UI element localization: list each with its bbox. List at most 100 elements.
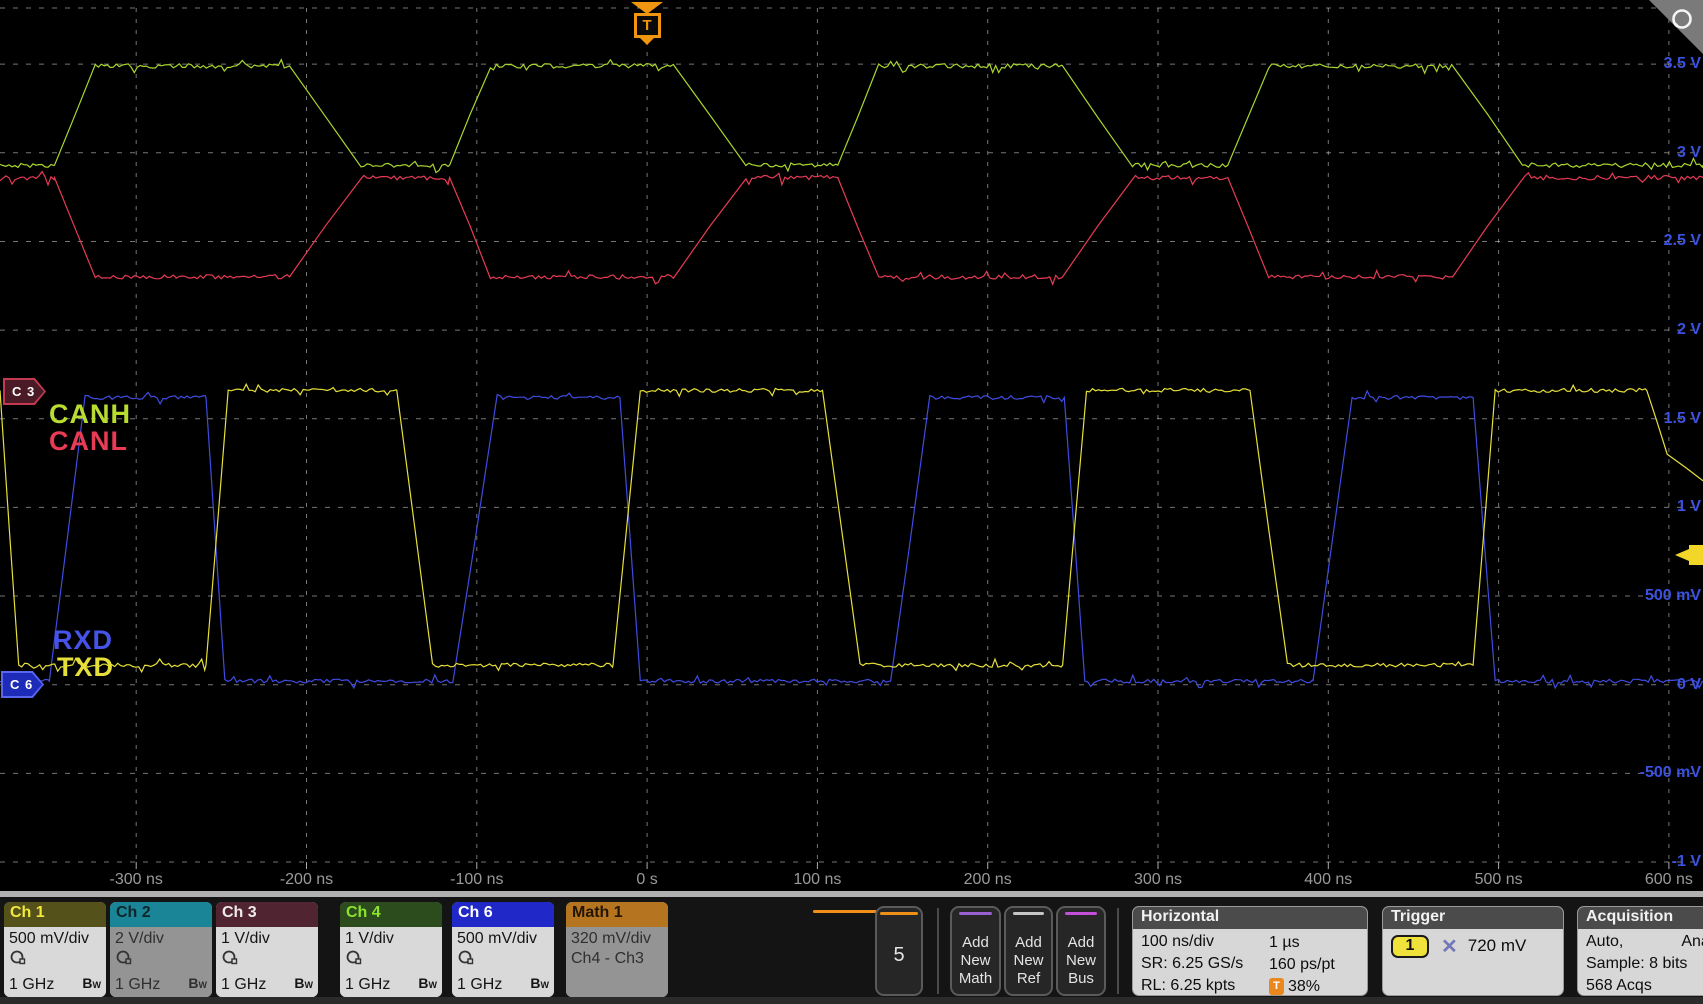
horizontal-window: 1 µs xyxy=(1269,931,1300,953)
bottom-edge-strip xyxy=(0,997,1703,1004)
ch2-scale: 2 V/div xyxy=(115,929,207,949)
math1-scale: 320 mV/div xyxy=(571,929,663,949)
ch4-label: Ch 4 xyxy=(340,902,442,927)
waveform-canvas xyxy=(0,0,1703,891)
acquisition-sample-depth: Sample: 8 bits xyxy=(1586,953,1687,975)
trigger-panel-title: Trigger xyxy=(1383,907,1563,929)
channel-3-badge-label: C 3 xyxy=(5,380,44,403)
bottombar-divider xyxy=(937,908,939,994)
trigger-panel[interactable]: Trigger 1 ✕ 720 mV xyxy=(1382,906,1564,996)
voltage-label: -500 mV xyxy=(1606,764,1701,782)
horizontal-panel[interactable]: Horizontal 100 ns/div1 µs SR: 6.25 GS/s1… xyxy=(1132,906,1368,996)
ch4-bandwidth: 1 GHz xyxy=(345,976,390,994)
add-math-label: Add New Math xyxy=(952,934,999,988)
acquisition-count: 568 Acqs xyxy=(1586,975,1652,996)
bandwidth-limit-badge: BW xyxy=(188,974,207,994)
time-label: -200 ns xyxy=(262,871,352,889)
ch6-scale: 500 mV/div xyxy=(457,929,549,949)
waveform-count-button[interactable]: 5 xyxy=(875,906,923,996)
time-label: 500 ns xyxy=(1454,871,1544,889)
rxd-trace-label: RXD xyxy=(53,627,113,654)
oscilloscope-screen: T C 3 C 6 CANH CANL RXD TXD 3.5 V3 V2.5 … xyxy=(0,0,1703,1004)
trigger-marker-tip-icon xyxy=(640,38,654,45)
time-label: -100 ns xyxy=(432,871,522,889)
add-new-bus-button[interactable]: Add New Bus xyxy=(1056,906,1106,996)
ch1-bandwidth: 1 GHz xyxy=(9,976,54,994)
canh-trace-label: CANH xyxy=(49,401,131,428)
acquisition-panel-title: Acquisition xyxy=(1578,907,1703,929)
waveform-count-value: 5 xyxy=(877,944,921,967)
channel-6-badge-label: C 6 xyxy=(3,673,42,696)
math-card-math1[interactable]: Math 1 320 mV/div Ch4 - Ch3 xyxy=(566,902,668,997)
bottom-settings-bar: Ch 1 500 mV/div 1 GHz BW Ch 2 2 V/div 1 G… xyxy=(0,897,1703,1004)
add-ref-accent-line xyxy=(1013,912,1045,915)
probe-icon xyxy=(221,949,313,969)
channel-card-ch1[interactable]: Ch 1 500 mV/div 1 GHz BW xyxy=(4,902,106,997)
bandwidth-limit-badge: BW xyxy=(82,974,101,994)
bandwidth-limit-badge: BW xyxy=(294,974,313,994)
time-label: 400 ns xyxy=(1283,871,1373,889)
bandwidth-limit-badge: BW xyxy=(530,974,549,994)
channel-card-ch6[interactable]: Ch 6 500 mV/div 1 GHz BW xyxy=(452,902,554,997)
waveform-count-accent xyxy=(813,910,877,913)
math1-label: Math 1 xyxy=(566,902,668,927)
ch2-label: Ch 2 xyxy=(110,902,212,927)
waveform-plot-area[interactable]: T C 3 C 6 CANH CANL RXD TXD 3.5 V3 V2.5 … xyxy=(0,0,1703,891)
ch2-bandwidth: 1 GHz xyxy=(115,976,160,994)
ch4-scale: 1 V/div xyxy=(345,929,437,949)
trigger-position-marker[interactable]: T xyxy=(631,2,663,45)
horizontal-resolution: 160 ps/pt xyxy=(1269,953,1335,975)
probe-icon xyxy=(9,949,101,969)
ch3-label: Ch 3 xyxy=(216,902,318,927)
acquisition-panel[interactable]: Acquisition Auto, Ana Sample: 8 bits 568 … xyxy=(1577,906,1703,996)
ch1-scale: 500 mV/div xyxy=(9,929,101,949)
bottombar-divider xyxy=(1117,908,1119,994)
trigger-source-badge: 1 xyxy=(1391,935,1429,958)
voltage-label: 2 V xyxy=(1606,321,1701,339)
add-bus-accent-line xyxy=(1065,912,1097,915)
ch1-label: Ch 1 xyxy=(4,902,106,927)
trigger-marker-label: T xyxy=(634,13,661,38)
acquisition-mode-extra: Ana xyxy=(1681,931,1703,953)
ch3-scale: 1 V/div xyxy=(221,929,313,949)
add-bus-label: Add New Bus xyxy=(1058,934,1104,988)
add-math-accent-line xyxy=(959,912,992,915)
math1-source: Ch4 - Ch3 xyxy=(571,949,663,969)
horizontal-panel-title: Horizontal xyxy=(1133,907,1367,929)
bandwidth-limit-badge: BW xyxy=(418,974,437,994)
ch3-bandwidth: 1 GHz xyxy=(221,976,266,994)
add-new-math-button[interactable]: Add New Math xyxy=(950,906,1001,996)
voltage-label: -1 V xyxy=(1606,853,1701,871)
trigger-level-arrow[interactable] xyxy=(1673,543,1703,567)
probe-icon xyxy=(115,949,207,969)
voltage-label: 1 V xyxy=(1606,498,1701,516)
time-label: 0 s xyxy=(602,871,692,889)
horizontal-scale: 100 ns/div xyxy=(1141,931,1269,953)
ch6-bandwidth: 1 GHz xyxy=(457,976,502,994)
channel-card-ch2[interactable]: Ch 2 2 V/div 1 GHz BW xyxy=(110,902,212,997)
voltage-label: 3.5 V xyxy=(1606,55,1701,73)
channel-card-ch4[interactable]: Ch 4 1 V/div 1 GHz BW xyxy=(340,902,442,997)
horizontal-record-length: RL: 6.25 kpts xyxy=(1141,975,1269,996)
waveform-count-accent-line xyxy=(880,912,919,915)
txd-trace-label: TXD xyxy=(57,654,114,681)
time-label: 200 ns xyxy=(943,871,1033,889)
time-label: 100 ns xyxy=(772,871,862,889)
acquisition-mode: Auto, xyxy=(1586,931,1623,953)
voltage-label: 0 V xyxy=(1606,676,1701,694)
probe-icon xyxy=(345,949,437,969)
channel-card-ch3[interactable]: Ch 3 1 V/div 1 GHz BW xyxy=(216,902,318,997)
add-new-ref-button[interactable]: Add New Ref xyxy=(1004,906,1053,996)
time-label: -300 ns xyxy=(91,871,181,889)
ch6-label: Ch 6 xyxy=(452,902,554,927)
horizontal-sample-rate: SR: 6.25 GS/s xyxy=(1141,953,1269,975)
voltage-label: 3 V xyxy=(1606,144,1701,162)
voltage-label: 1.5 V xyxy=(1606,410,1701,428)
voltage-label: 500 mV xyxy=(1606,587,1701,605)
add-ref-label: Add New Ref xyxy=(1006,934,1051,988)
trigger-level-value: 720 mV xyxy=(1468,936,1527,956)
time-label: 600 ns xyxy=(1624,871,1703,889)
voltage-label: 2.5 V xyxy=(1606,232,1701,250)
horizontal-trigger-position: 38% xyxy=(1288,976,1320,997)
probe-icon xyxy=(457,949,549,969)
